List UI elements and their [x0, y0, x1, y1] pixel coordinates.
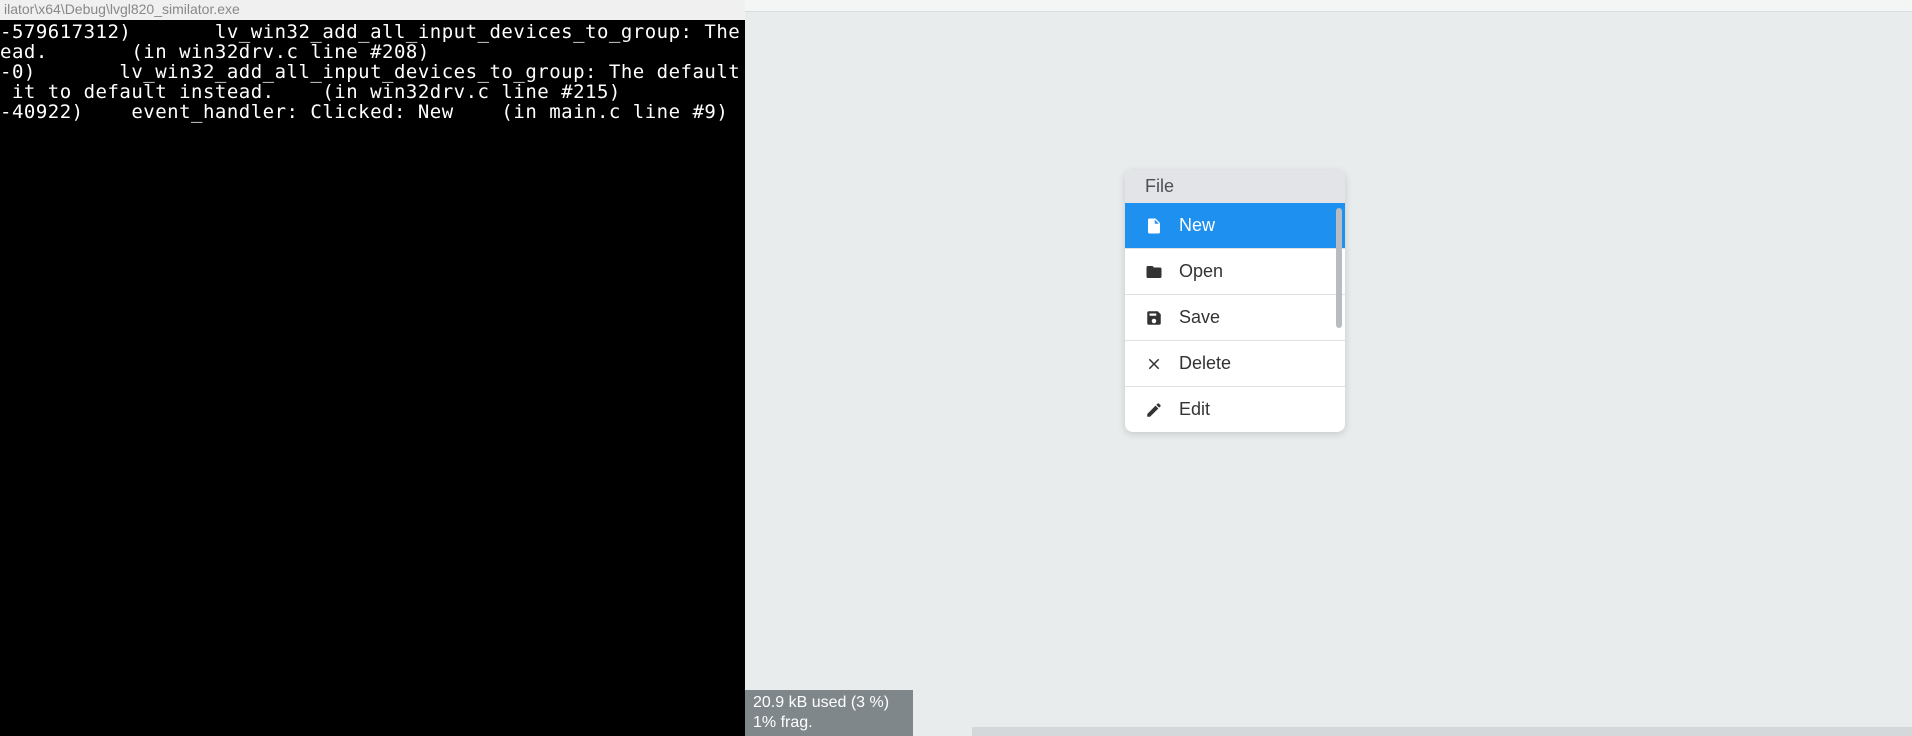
menu-item-label: Delete: [1179, 353, 1231, 374]
menu-item-label: Open: [1179, 261, 1223, 282]
menu-scrollbar[interactable]: [1336, 208, 1342, 328]
menu-item-new[interactable]: New: [1125, 203, 1345, 248]
menu-item-edit[interactable]: Edit: [1125, 386, 1345, 432]
menu-header: File: [1125, 170, 1345, 203]
menu-item-save[interactable]: Save: [1125, 294, 1345, 340]
menu-item-label: Edit: [1179, 399, 1210, 420]
simulator-window: File New Open Save: [745, 0, 1912, 736]
edit-icon: [1145, 401, 1163, 419]
simulator-topbar: [745, 0, 1912, 12]
menu-item-open[interactable]: Open: [1125, 248, 1345, 294]
console-window: ilator\x64\Debug\lvgl820_similator.exe -…: [0, 0, 745, 736]
memory-monitor: 20.9 kB used (3 %) 1% frag.: [745, 690, 913, 736]
menu-list: New Open Save Delete: [1125, 203, 1345, 432]
folder-icon: [1145, 263, 1163, 281]
console-output: -579617312) lv_win32_add_all_input_devic…: [0, 20, 745, 736]
file-menu-panel: File New Open Save: [1125, 170, 1345, 432]
console-title-bar: ilator\x64\Debug\lvgl820_similator.exe: [0, 0, 745, 20]
close-icon: [1145, 355, 1163, 373]
bottom-edge-strip: [972, 727, 1912, 736]
menu-item-label: New: [1179, 215, 1215, 236]
memory-line-frag: 1% frag.: [753, 713, 905, 733]
save-icon: [1145, 309, 1163, 327]
menu-item-delete[interactable]: Delete: [1125, 340, 1345, 386]
menu-item-label: Save: [1179, 307, 1220, 328]
file-icon: [1145, 217, 1163, 235]
memory-line-usage: 20.9 kB used (3 %): [753, 693, 905, 713]
